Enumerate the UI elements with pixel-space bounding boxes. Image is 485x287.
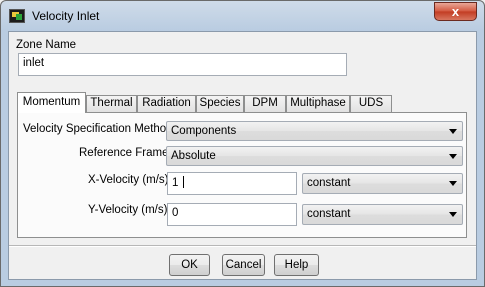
y-velocity-input[interactable]: 0 <box>167 203 297 226</box>
tab-multiphase[interactable]: Multiphase <box>286 95 350 112</box>
tab-dpm[interactable]: DPM <box>244 95 286 112</box>
tab-radiation[interactable]: Radiation <box>137 95 196 112</box>
tab-thermal[interactable]: Thermal <box>86 95 137 112</box>
close-button[interactable]: x <box>434 2 477 21</box>
y-velocity-label: Y-Velocity (m/s) <box>88 204 168 216</box>
app-icon <box>9 9 25 23</box>
reference-frame-select[interactable]: Absolute <box>166 146 463 166</box>
button-separator <box>9 245 476 247</box>
reference-frame-value: Absolute <box>171 150 216 162</box>
x-velocity-profile-value: constant <box>307 177 351 189</box>
velocity-spec-select[interactable]: Components <box>166 121 463 141</box>
x-velocity-input[interactable]: 1 <box>167 172 297 195</box>
tab-uds[interactable]: UDS <box>350 95 392 112</box>
zone-name-label: Zone Name <box>16 39 77 51</box>
y-velocity-profile-value: constant <box>307 208 351 220</box>
text-cursor <box>183 176 185 188</box>
ok-button[interactable]: OK <box>169 254 210 276</box>
momentum-panel: Velocity Specification Method Components… <box>17 112 467 238</box>
help-button[interactable]: Help <box>274 254 319 276</box>
y-velocity-profile-select[interactable]: constant <box>302 204 463 225</box>
cancel-button[interactable]: Cancel <box>222 254 265 276</box>
x-velocity-profile-select[interactable]: constant <box>302 173 463 194</box>
dropdown-arrow-icon <box>449 212 457 217</box>
zone-name-input[interactable]: inlet <box>18 53 347 76</box>
dropdown-arrow-icon <box>449 181 457 186</box>
dialog-body: Zone Name inlet Momentum Thermal Radiati… <box>8 31 477 280</box>
dropdown-arrow-icon <box>449 129 457 134</box>
x-velocity-label: X-Velocity (m/s) <box>88 174 169 186</box>
dropdown-arrow-icon <box>449 154 457 159</box>
velocity-spec-label: Velocity Specification Method <box>23 123 173 135</box>
tab-species[interactable]: Species <box>196 95 244 112</box>
tab-momentum[interactable]: Momentum <box>17 92 86 113</box>
velocity-inlet-dialog: Velocity Inlet x Zone Name inlet Momentu… <box>0 0 485 287</box>
window-title: Velocity Inlet <box>32 9 100 23</box>
velocity-spec-value: Components <box>171 125 237 137</box>
x-velocity-value: 1 <box>172 177 179 189</box>
reference-frame-label: Reference Frame <box>79 147 169 159</box>
title-bar[interactable]: Velocity Inlet x <box>1 1 484 31</box>
